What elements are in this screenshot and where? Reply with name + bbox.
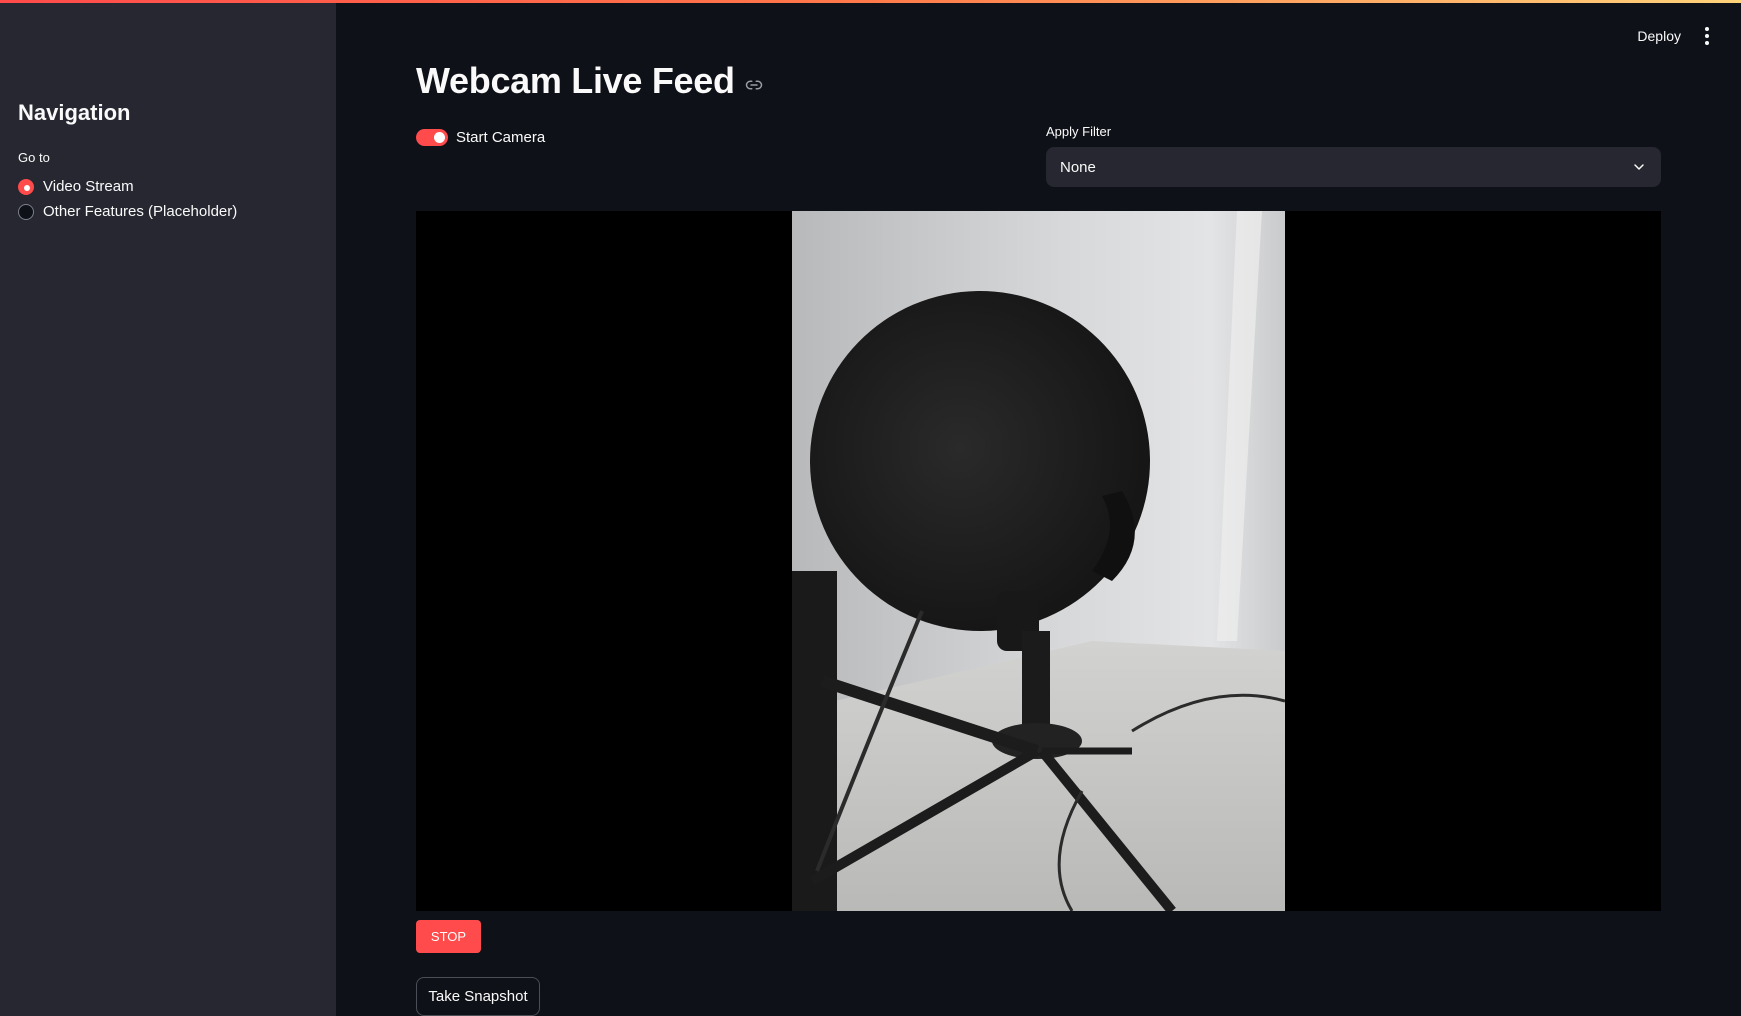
page-title: Webcam Live Feed xyxy=(416,60,735,101)
radio-option-label: Other Features (Placeholder) xyxy=(43,203,238,220)
radio-option-other-features[interactable]: Other Features (Placeholder) xyxy=(18,203,237,220)
app-window: Navigation Go to Video Stream Other Feat… xyxy=(0,0,1741,1016)
take-snapshot-button[interactable]: Take Snapshot xyxy=(416,977,540,1016)
kebab-menu-icon[interactable] xyxy=(1701,23,1713,49)
radio-selected-icon xyxy=(18,178,34,195)
webcam-frame-image xyxy=(792,211,1285,911)
header-toolbar: Deploy xyxy=(1441,0,1741,72)
sidebar: Navigation Go to Video Stream Other Feat… xyxy=(0,0,336,1016)
radio-option-label: Video Stream xyxy=(43,178,134,195)
chevron-down-icon xyxy=(1634,164,1644,170)
deploy-button[interactable]: Deploy xyxy=(1637,28,1681,44)
link-icon[interactable] xyxy=(745,76,763,94)
page-title-row: Webcam Live Feed xyxy=(416,60,763,102)
radio-option-video-stream[interactable]: Video Stream xyxy=(18,178,134,195)
filter-select[interactable]: None xyxy=(1046,147,1661,187)
filter-label: Apply Filter xyxy=(1046,124,1112,139)
start-camera-toggle[interactable]: Start Camera xyxy=(416,129,545,146)
radio-group-label: Go to xyxy=(18,150,50,165)
filter-select-value: None xyxy=(1060,158,1096,176)
top-decoration-stripe xyxy=(0,0,1741,3)
toggle-label: Start Camera xyxy=(456,129,546,146)
radio-unselected-icon xyxy=(18,203,34,220)
sidebar-title: Navigation xyxy=(18,100,131,125)
video-stream xyxy=(416,211,1661,911)
toggle-switch[interactable] xyxy=(416,129,448,146)
stop-button[interactable]: STOP xyxy=(416,920,481,953)
